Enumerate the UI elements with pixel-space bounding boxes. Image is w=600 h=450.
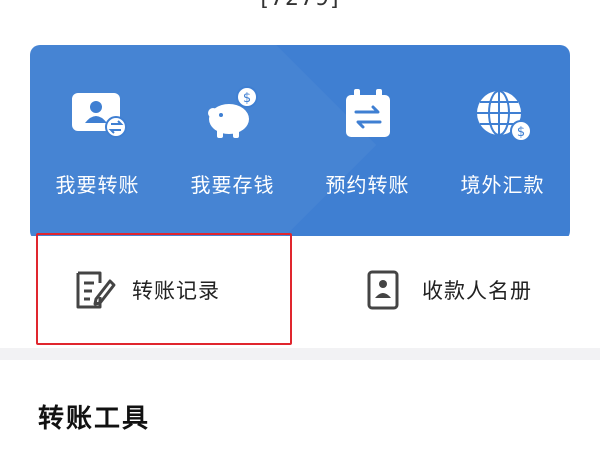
section-separator: [0, 348, 600, 360]
quick-action-deposit[interactable]: $ 我要存钱: [165, 45, 300, 241]
quick-action-label: 我要转账: [55, 173, 140, 197]
transfer-card-icon: [71, 93, 127, 138]
quick-action-scheduled-transfer[interactable]: 预约转账: [300, 45, 435, 241]
svg-text:$: $: [516, 125, 524, 140]
payee-list-button[interactable]: 收款人名册: [360, 236, 532, 344]
quick-action-overseas-remittance[interactable]: $ 境外汇款: [435, 45, 570, 241]
top-partial-label: [7279]: [0, 0, 600, 11]
svg-text:$: $: [242, 91, 250, 106]
contact-card-icon: [367, 270, 399, 310]
top-partial-text: [7279]: [0, 0, 600, 14]
quick-action-label: 预约转账: [325, 173, 410, 197]
quick-actions-panel: 我要转账 $ 我要存钱 预约转账 $ 境外汇款: [30, 45, 570, 241]
quick-action-label: 我要存钱: [190, 173, 275, 197]
quick-action-label: 境外汇款: [460, 173, 545, 197]
calendar-transfer-icon: [345, 89, 390, 137]
globe-dollar-icon: $: [476, 90, 532, 142]
section-title: 转账工具: [38, 404, 151, 434]
highlight-box: [36, 233, 292, 345]
quick-action-transfer[interactable]: 我要转账: [30, 45, 165, 241]
payee-list-label: 收款人名册: [422, 279, 532, 303]
piggy-bank-icon: $: [207, 86, 258, 138]
